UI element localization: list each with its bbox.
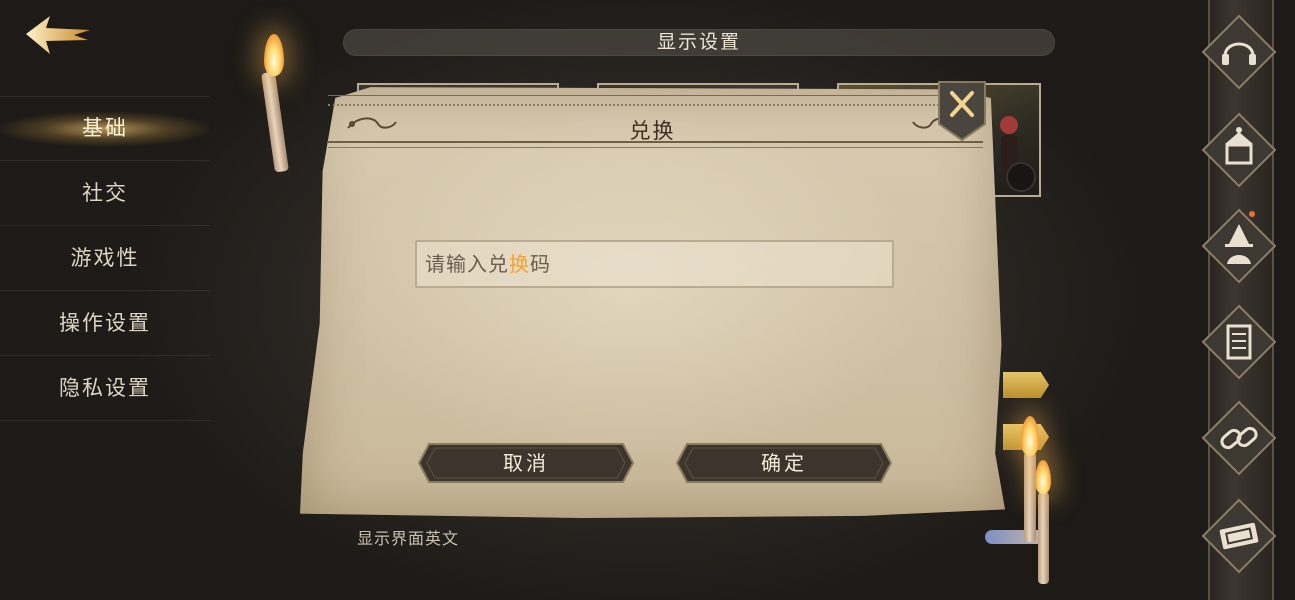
show-english-ui-label: 显示界面英文 [357, 529, 460, 548]
menu-item-social[interactable]: 社交 [0, 161, 210, 226]
back-arrow-icon [26, 16, 90, 54]
profile-button[interactable] [1201, 208, 1277, 284]
settings-category-menu: 基础 社交 游戏性 操作设置 隐私设置 [0, 96, 210, 421]
ticket-icon [1201, 498, 1277, 574]
placeholder-text-end: 码 [530, 252, 551, 276]
candle-right-decoration [1012, 412, 1062, 592]
placeholder-highlight-text: 换 [509, 252, 530, 276]
menu-item-label: 社交 [82, 181, 128, 205]
confirm-button-label: 确定 [761, 451, 807, 475]
notification-dot [1249, 211, 1255, 217]
redeem-ticket-button[interactable] [1201, 498, 1277, 574]
background-tag [1003, 372, 1049, 398]
cancel-button-label: 取消 [503, 451, 549, 475]
link-icon [1201, 400, 1277, 476]
menu-item-basic[interactable]: 基础 [0, 96, 210, 161]
menu-item-label: 基础 [82, 116, 128, 140]
candle-left-decoration [258, 32, 298, 173]
page-title-bar: 显示设置 [343, 29, 1055, 56]
menu-item-controls[interactable]: 操作设置 [0, 291, 210, 356]
redeem-dialog: 兑换 请输入兑换码 取消 确定 [300, 81, 1005, 518]
confirm-button[interactable]: 确定 [675, 442, 893, 484]
parchment-background [300, 87, 1005, 518]
back-arrow-button[interactable] [22, 10, 96, 60]
close-icon [938, 81, 986, 142]
shop-button[interactable] [1201, 112, 1277, 188]
settings-screen: 基础 社交 游戏性 操作设置 隐私设置 显示设置 显示界面英文 兑换 请输入兑换… [0, 0, 1295, 600]
menu-item-label: 游戏性 [70, 246, 140, 270]
announcement-button[interactable] [1201, 304, 1277, 380]
cancel-button[interactable]: 取消 [417, 442, 635, 484]
title-border-top [328, 95, 983, 106]
page-title: 显示设置 [656, 31, 741, 53]
title-divider [328, 141, 983, 148]
menu-item-label: 隐私设置 [59, 376, 151, 400]
wizard-avatar-icon [1201, 208, 1277, 284]
menu-item-label: 操作设置 [59, 311, 151, 335]
headset-icon [1201, 14, 1277, 90]
redeem-code-input[interactable]: 请输入兑换码 [415, 240, 894, 288]
link-account-button[interactable] [1201, 400, 1277, 476]
customer-service-button[interactable] [1201, 14, 1277, 90]
scroll-icon [1201, 304, 1277, 380]
placeholder-text: 请输入兑 [425, 252, 509, 276]
close-button[interactable] [937, 80, 987, 142]
shop-icon [1201, 112, 1277, 188]
menu-item-privacy[interactable]: 隐私设置 [0, 356, 210, 421]
menu-item-gameplay[interactable]: 游戏性 [0, 226, 210, 291]
